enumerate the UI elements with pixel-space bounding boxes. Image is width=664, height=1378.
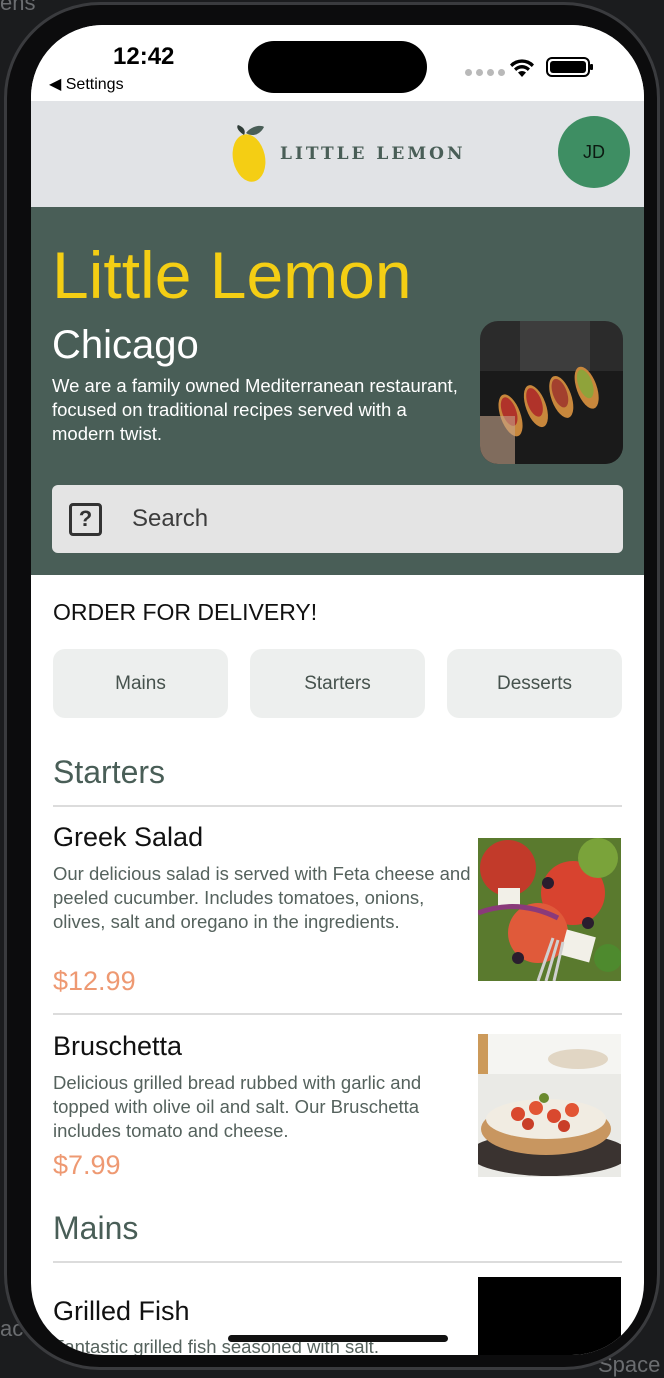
greek-salad-image[interactable] (478, 838, 621, 981)
app-screen: 12:42 ◀ Settings LITTLE LEMON JD Little … (31, 25, 644, 1355)
grilled-fish-image[interactable] (478, 1277, 621, 1355)
menu-item-price: $12.99 (53, 966, 136, 996)
hero-city: Chicago (52, 323, 199, 367)
back-to-settings-link[interactable]: ◀ Settings (49, 74, 124, 94)
background-text-top: ens (0, 0, 36, 15)
search-input[interactable]: Search (132, 505, 208, 533)
status-bar: 12:42 ◀ Settings (31, 25, 644, 101)
section-title-mains: Mains (53, 1210, 139, 1246)
menu-item-description: Delicious grilled bread rubbed with garl… (53, 1072, 422, 1141)
menu-item-name[interactable]: Bruschetta (53, 1031, 182, 1062)
hero-description: We are a family owned Mediterranean rest… (52, 375, 458, 444)
search-bar[interactable]: ? Search (52, 485, 623, 553)
category-desserts-button[interactable]: Desserts (447, 649, 622, 718)
menu-item-name[interactable]: Grilled Fish (53, 1296, 190, 1327)
hero-title: Little Lemon (52, 238, 412, 312)
status-time: 12:42 (113, 43, 175, 70)
profile-avatar[interactable]: JD (558, 116, 630, 188)
home-indicator[interactable] (228, 1335, 448, 1342)
menu-item-description: Our delicious salad is served with Feta … (53, 863, 471, 932)
hero-banner: Little Lemon Chicago We are a family own… (31, 207, 644, 575)
battery-icon (546, 57, 593, 77)
menu-item-name[interactable]: Greek Salad (53, 822, 203, 853)
little-lemon-logo: LITTLE LEMON (230, 123, 466, 185)
logo-text: LITTLE LEMON (280, 144, 466, 164)
app-header: LITTLE LEMON JD (31, 101, 644, 207)
item-divider (53, 1013, 622, 1015)
wifi-icon (510, 59, 534, 77)
bruschetta-image[interactable] (478, 1034, 621, 1177)
hero-food-image (480, 321, 623, 464)
order-for-delivery-title: ORDER FOR DELIVERY! (53, 599, 318, 625)
cellular-signal-icon (465, 69, 505, 76)
category-mains-button[interactable]: Mains (53, 649, 228, 718)
dynamic-island (248, 41, 427, 93)
section-title-starters: Starters (53, 754, 166, 790)
question-mark-icon: ? (69, 502, 102, 536)
section-divider (53, 805, 622, 807)
lemon-icon (232, 125, 266, 182)
menu-item-price: $7.99 (53, 1150, 121, 1180)
category-starters-button[interactable]: Starters (250, 649, 425, 718)
phone-frame: 12:42 ◀ Settings LITTLE LEMON JD Little … (4, 2, 660, 1370)
section-divider (53, 1261, 622, 1263)
